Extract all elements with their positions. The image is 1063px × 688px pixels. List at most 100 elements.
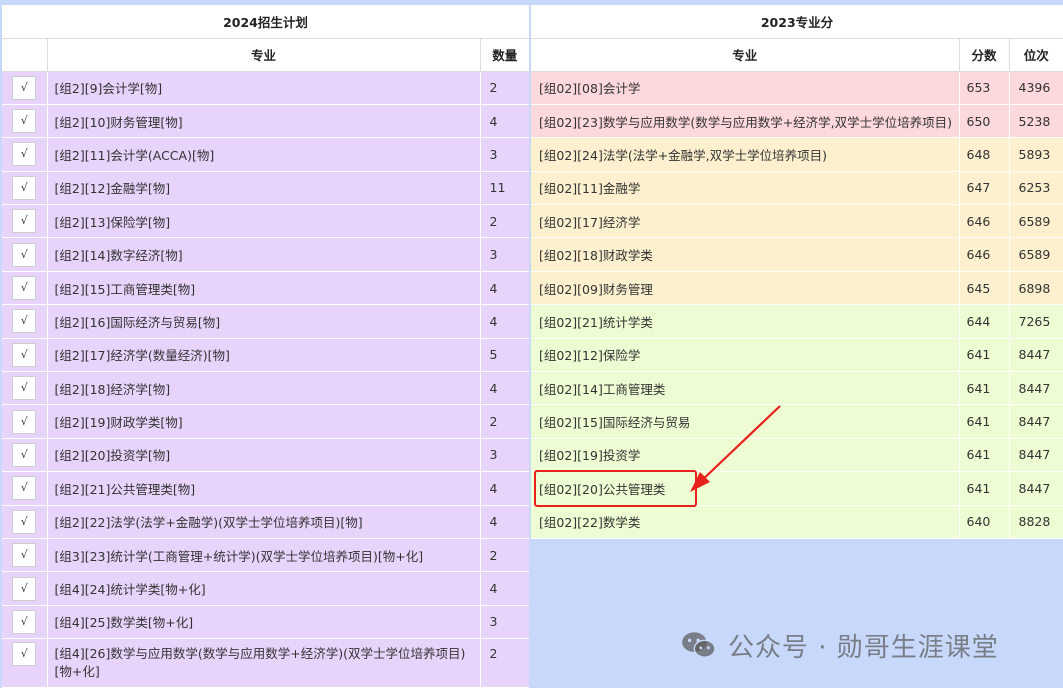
major-cell: [组2][18]经济学[物] — [46, 371, 481, 406]
check-cell: √ — [2, 71, 47, 105]
score-2023-header-row: 专业 分数 位次 — [531, 38, 1063, 72]
score-cell: 641 — [959, 471, 1010, 506]
count-cell: 3 — [480, 137, 529, 172]
major-cell: [组3][23]统计学(工商管理+统计学)(双学士学位培养项目)[物+化] — [46, 538, 481, 573]
count-cell: 11 — [480, 171, 529, 206]
major-cell: [组4][26]数学与应用数学(数学与应用数学+经济学)(双学士学位培养项目)[… — [46, 638, 481, 688]
check-cell: √ — [2, 638, 47, 688]
annotation-arrow-icon — [690, 405, 781, 492]
plan-row: √ [组4][26]数学与应用数学(数学与应用数学+经济学)(双学士学位培养项目)… — [2, 638, 529, 688]
plan-2024-table: 2024招生计划 专业 数量 √ [组2][9]会计学[物] 2 √ [组2][10]财… — [2, 5, 529, 688]
rank-cell: 8447 — [1009, 404, 1063, 439]
count-cell: 2 — [480, 204, 529, 239]
score-cell: 640 — [959, 505, 1010, 539]
major-cell: [组2][22]法学(法学+金融学)(双学士学位培养项目)[物] — [46, 505, 481, 539]
count-cell: 2 — [480, 404, 529, 439]
rank-cell: 8447 — [1009, 338, 1063, 373]
check-button[interactable]: √ — [12, 276, 37, 301]
score-row: [组02][11]金融学 647 6253 — [531, 171, 1063, 206]
plan-2024-body: √ [组2][9]会计学[物] 2 √ [组2][10]财务管理[物] 4 √ [组2][11… — [2, 71, 529, 688]
score-2023-panel: 2023专业分 专业 分数 位次 [组02][08]会计学 653 4396 [组02… — [531, 5, 1063, 688]
major-cell: [组02][18]财政学类 — [531, 237, 960, 272]
score-cell: 646 — [959, 204, 1010, 239]
check-cell: √ — [2, 438, 47, 473]
plan-row: √ [组2][13]保险学[物] 2 — [2, 204, 529, 239]
count-cell: 4 — [480, 571, 529, 606]
check-button[interactable]: √ — [12, 142, 37, 167]
check-button[interactable]: √ — [12, 376, 37, 401]
check-button[interactable]: √ — [12, 242, 37, 267]
major-cell: [组2][20]投资学[物] — [46, 438, 481, 473]
major-cell: [组4][25]数学类[物+化] — [46, 605, 481, 640]
major-cell: [组2][13]保险学[物] — [46, 204, 481, 239]
plan-row: √ [组2][10]财务管理[物] 4 — [2, 104, 529, 139]
rank-cell: 6253 — [1009, 171, 1063, 206]
score-cell: 653 — [959, 71, 1010, 105]
major-cell: [组2][12]金融学[物] — [46, 171, 481, 206]
plan-2024-header-row: 专业 数量 — [2, 38, 529, 72]
score-cell: 645 — [959, 271, 1010, 306]
watermark-text: 公众号 · 勋哥生涯课堂 — [728, 632, 999, 663]
check-cell: √ — [2, 404, 47, 439]
count-cell: 2 — [480, 71, 529, 105]
rank-cell: 7265 — [1009, 304, 1063, 339]
count-column-header: 数量 — [480, 38, 529, 72]
check-button[interactable]: √ — [12, 309, 37, 334]
count-cell: 4 — [480, 505, 529, 539]
major-cell: [组2][9]会计学[物] — [46, 71, 481, 105]
check-button[interactable]: √ — [12, 342, 37, 367]
check-button[interactable]: √ — [12, 509, 37, 534]
check-cell: √ — [2, 171, 47, 206]
major-cell: [组02][23]数学与应用数学(数学与应用数学+经济学,双学士学位培养项目) — [531, 104, 960, 139]
check-cell: √ — [2, 571, 47, 606]
check-button[interactable]: √ — [12, 175, 37, 200]
check-button[interactable]: √ — [12, 442, 37, 467]
major-cell: [组02][22]数学类 — [531, 505, 960, 539]
check-button[interactable]: √ — [12, 642, 37, 667]
check-cell: √ — [2, 304, 47, 339]
score-row: [组02][23]数学与应用数学(数学与应用数学+经济学,双学士学位培养项目) 6… — [531, 104, 1063, 139]
score-row: [组02][19]投资学 641 8447 — [531, 438, 1063, 473]
score-row: [组02][18]财政学类 646 6589 — [531, 237, 1063, 272]
rank-column-header: 位次 — [1009, 38, 1063, 72]
plan-row: √ [组2][20]投资学[物] 3 — [2, 438, 529, 473]
plan-row: √ [组2][21]公共管理类[物] 4 — [2, 471, 529, 506]
check-button[interactable]: √ — [12, 609, 37, 634]
score-cell: 650 — [959, 104, 1010, 139]
rank-cell: 6589 — [1009, 237, 1063, 272]
check-button[interactable]: √ — [12, 109, 37, 134]
score-2023-title: 2023专业分 — [531, 5, 1063, 39]
score-row: [组02][08]会计学 653 4396 — [531, 71, 1063, 105]
check-cell: √ — [2, 271, 47, 306]
major-column-header: 专业 — [47, 38, 481, 72]
rank-cell: 5238 — [1009, 104, 1063, 139]
major-cell: [组2][15]工商管理类[物] — [46, 271, 481, 306]
check-button[interactable]: √ — [12, 543, 37, 568]
score-2023-title-row: 2023专业分 — [531, 5, 1063, 39]
check-button[interactable]: √ — [12, 409, 37, 434]
check-cell: √ — [2, 471, 47, 506]
plan-row: √ [组4][25]数学类[物+化] 3 — [2, 605, 529, 640]
watermark: 公众号 · 勋哥生涯课堂 — [680, 628, 999, 663]
score-cell: 641 — [959, 404, 1010, 439]
score-row: [组02][09]财务管理 645 6898 — [531, 271, 1063, 306]
major-cell: [组2][19]财政学类[物] — [46, 404, 481, 439]
plan-row: √ [组2][15]工商管理类[物] 4 — [2, 271, 529, 306]
check-button[interactable]: √ — [12, 75, 37, 100]
check-button[interactable]: √ — [12, 576, 37, 601]
score-2023-table: 2023专业分 专业 分数 位次 [组02][08]会计学 653 4396 [组02… — [531, 5, 1063, 539]
major-cell: [组2][10]财务管理[物] — [46, 104, 481, 139]
plan-row: √ [组2][12]金融学[物] 11 — [2, 171, 529, 206]
check-button[interactable]: √ — [12, 209, 37, 234]
plan-row: √ [组2][9]会计学[物] 2 — [2, 71, 529, 105]
rank-cell: 8447 — [1009, 371, 1063, 406]
check-button[interactable]: √ — [12, 476, 37, 501]
score-row: [组02][15]国际经济与贸易 641 8447 — [531, 404, 1063, 439]
plan-2024-title: 2024招生计划 — [2, 5, 529, 39]
score-row: [组02][17]经济学 646 6589 — [531, 204, 1063, 239]
plan-row: √ [组2][14]数字经济[物] 3 — [2, 237, 529, 272]
check-cell: √ — [2, 137, 47, 172]
check-cell: √ — [2, 338, 47, 373]
plan-row: √ [组2][19]财政学类[物] 2 — [2, 404, 529, 439]
check-cell: √ — [2, 371, 47, 406]
